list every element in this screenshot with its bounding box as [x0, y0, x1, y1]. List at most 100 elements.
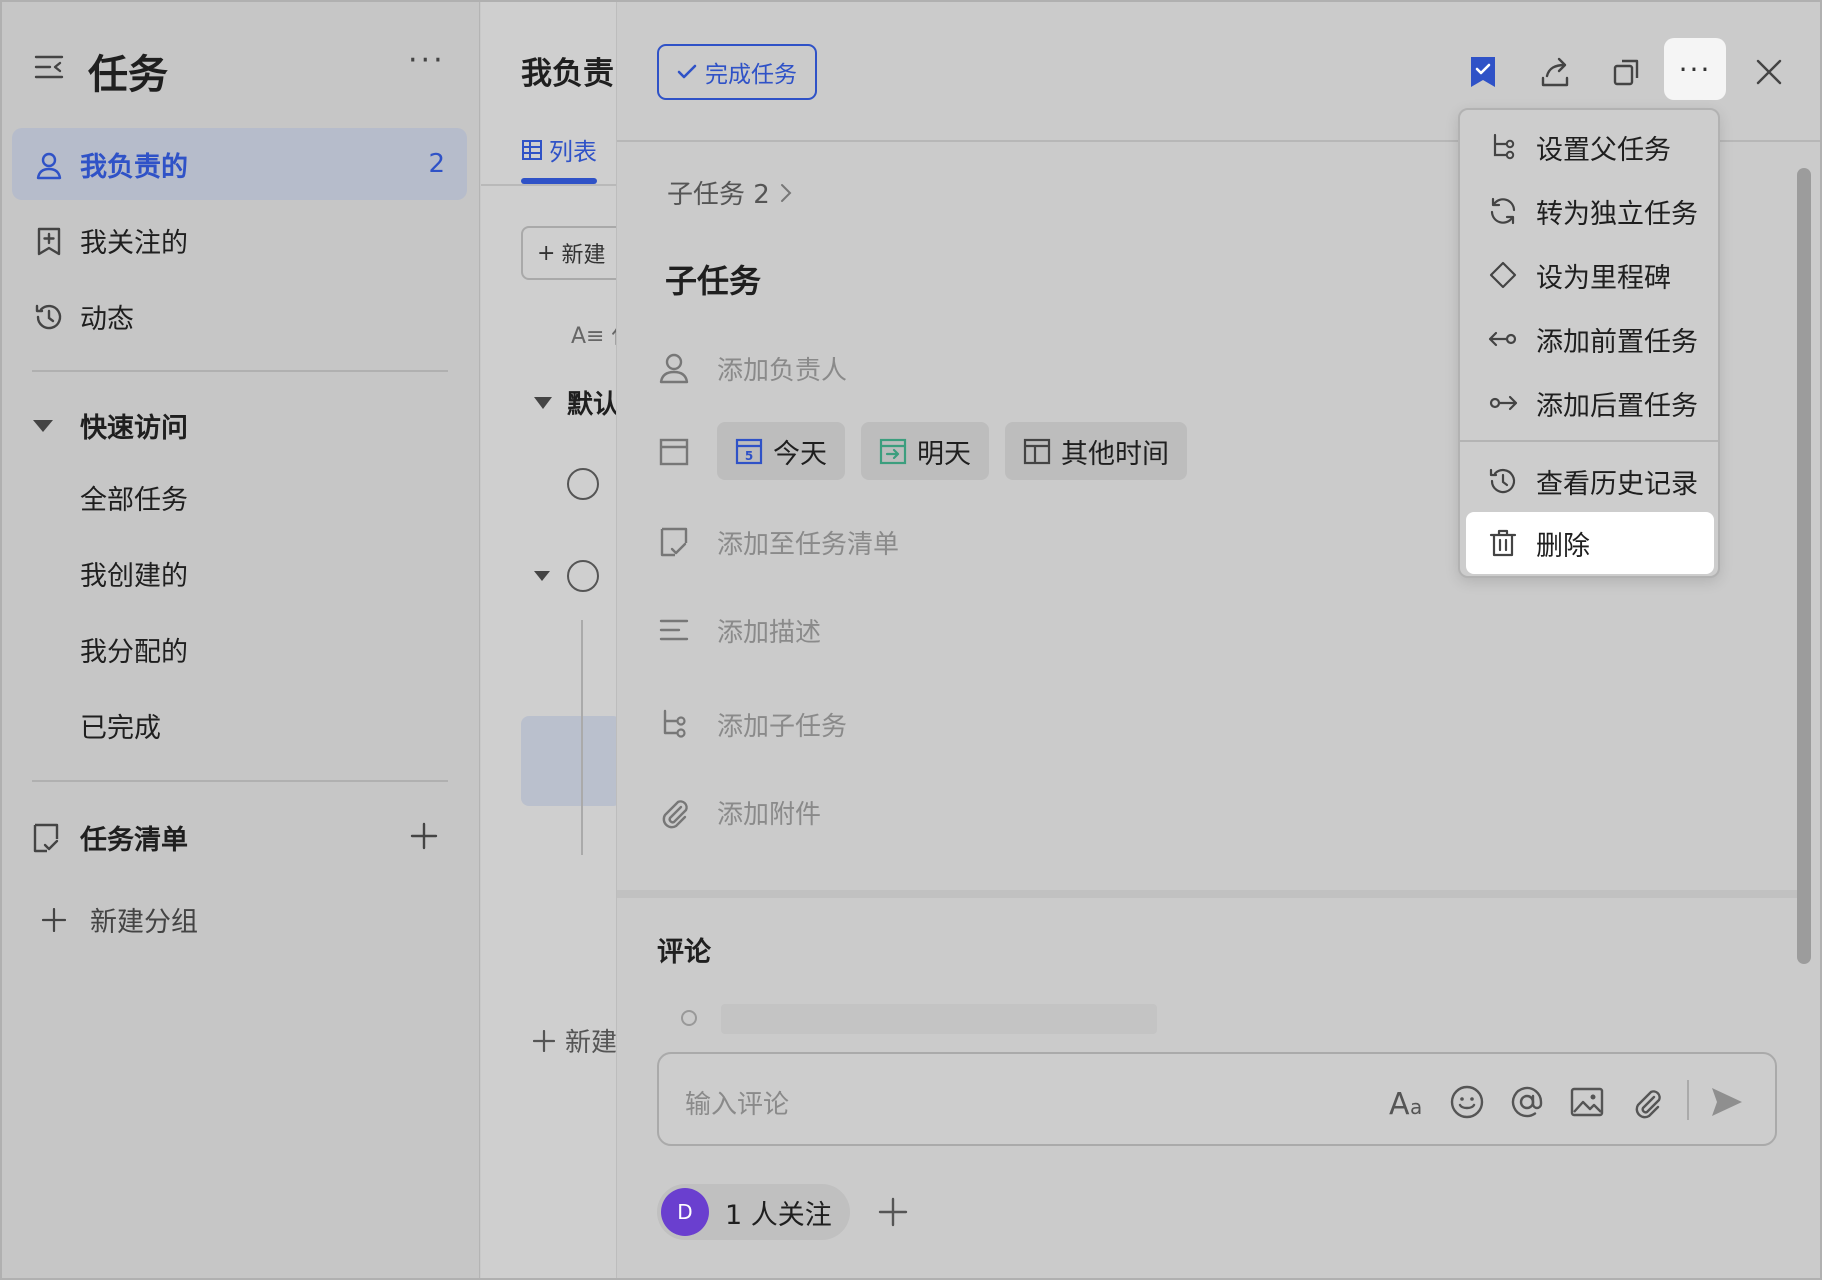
emoji-icon[interactable] — [1449, 1084, 1485, 1120]
menu-item-view-history[interactable]: 查看历史记录 — [1466, 450, 1714, 512]
quick-access-all-tasks[interactable]: 全部任务 — [80, 478, 188, 517]
divider — [1687, 1080, 1689, 1120]
mention-icon[interactable] — [1509, 1084, 1545, 1120]
calendar-day-number: 5 — [745, 449, 753, 463]
complete-task-button[interactable]: 完成任务 — [657, 44, 817, 100]
image-icon[interactable] — [1569, 1084, 1605, 1120]
menu-item-set-milestone[interactable]: 设为里程碑 — [1466, 244, 1714, 306]
bookmark-button[interactable] — [1463, 52, 1503, 92]
more-options-menu: 设置父任务 转为独立任务 设为里程碑 添加前置任务 添加后置任务 查看历史记录 … — [1458, 108, 1720, 578]
due-date-row: 5 今天 明天 其他时间 — [657, 422, 1203, 480]
scrollbar[interactable] — [1797, 168, 1811, 964]
assignee-placeholder: 添加负责人 — [717, 355, 848, 386]
task-checkbox[interactable] — [567, 560, 599, 592]
task-lists-header[interactable]: 任务清单 — [32, 818, 188, 857]
parent-breadcrumb[interactable]: 子任务 2 — [667, 174, 792, 211]
quick-access-toggle[interactable]: 快速访问 — [32, 406, 188, 445]
text-align-icon — [659, 619, 689, 641]
quick-access-completed[interactable]: 已完成 — [80, 706, 161, 745]
new-task-label: 新建 — [561, 243, 606, 268]
share-button[interactable] — [1535, 52, 1575, 92]
more-options-icon[interactable]: ··· — [408, 46, 446, 76]
sidebar-item-following[interactable]: 我关注的 — [12, 204, 467, 276]
menu-item-label: 转为独立任务 — [1536, 198, 1698, 230]
task-checkbox[interactable] — [567, 468, 599, 500]
comment-input[interactable]: 输入评论 A a — [657, 1052, 1777, 1146]
task-title[interactable]: 子任务 — [665, 256, 761, 302]
new-task-button[interactable]: + 新建 — [521, 226, 616, 280]
diamond-icon — [1489, 261, 1517, 289]
svg-text:A: A — [1389, 1087, 1410, 1120]
svg-text:a: a — [1410, 1095, 1422, 1119]
sidebar-item-activity[interactable]: 动态 — [12, 280, 467, 352]
close-button[interactable] — [1749, 52, 1789, 92]
menu-item-label: 设为里程碑 — [1536, 262, 1671, 294]
add-subtask-label: 添加子任务 — [717, 711, 848, 742]
date-chip-other[interactable]: 其他时间 — [1005, 422, 1187, 480]
add-attachment-row[interactable]: 添加附件 — [657, 790, 821, 834]
person-icon — [36, 152, 62, 180]
tab-list[interactable]: 列表 — [521, 132, 597, 167]
column-header[interactable]: A≡ 任 — [571, 318, 616, 350]
followers-chip[interactable]: D 1 人关注 — [657, 1184, 850, 1240]
send-icon[interactable] — [1709, 1084, 1745, 1120]
add-attachment-label: 添加附件 — [717, 799, 822, 830]
sidebar-item-my-responsible[interactable]: 我负责的 2 — [12, 128, 467, 200]
date-chip-label: 其他时间 — [1061, 438, 1169, 470]
close-icon — [1756, 59, 1782, 85]
assignee-row[interactable]: 添加负责人 — [657, 346, 847, 390]
refresh-icon — [1490, 197, 1516, 225]
caret-down-icon — [33, 419, 53, 432]
add-description-row[interactable]: 添加描述 — [657, 608, 821, 652]
calendar-icon — [1023, 438, 1051, 465]
breadcrumb-label: 子任务 2 — [667, 180, 770, 210]
sidebar-header: 任务 ··· — [0, 36, 480, 98]
list-title: 我负责 — [521, 56, 614, 92]
add-task-button[interactable]: 新建 — [533, 1022, 616, 1059]
comment-placeholder: 输入评论 — [685, 1090, 790, 1120]
add-description-label: 添加描述 — [717, 617, 822, 648]
check-icon — [677, 64, 697, 79]
add-subtask-row[interactable]: 添加子任务 — [657, 702, 847, 746]
comments-title: 评论 — [657, 937, 711, 968]
quick-access-created[interactable]: 我创建的 — [80, 554, 188, 593]
quick-access-assigned[interactable]: 我分配的 — [80, 630, 188, 669]
menu-item-convert-independent[interactable]: 转为独立任务 — [1466, 180, 1714, 242]
divider — [32, 780, 448, 782]
dependency-before-icon — [1488, 331, 1517, 347]
date-chip-tomorrow[interactable]: 明天 — [861, 422, 989, 480]
person-icon — [659, 353, 689, 384]
sidebar-title: 任务 — [88, 52, 168, 98]
task-lists-title: 任务清单 — [80, 825, 188, 856]
copy-button[interactable] — [1607, 52, 1647, 92]
menu-item-delete[interactable]: 删除 — [1466, 512, 1714, 574]
count-badge: 2 — [428, 149, 445, 179]
table-icon — [522, 139, 542, 160]
add-follower-icon[interactable] — [877, 1196, 909, 1228]
menu-item-add-successor[interactable]: 添加后置任务 — [1466, 372, 1714, 434]
menu-item-add-predecessor[interactable]: 添加前置任务 — [1466, 308, 1714, 370]
add-task-list-icon[interactable] — [410, 822, 438, 850]
group-header[interactable]: 默认 — [533, 384, 616, 421]
caret-down-icon[interactable] — [533, 570, 551, 582]
tab-label: 列表 — [549, 138, 597, 166]
caret-down-icon — [534, 396, 552, 409]
task-list-panel: 我负责 列表 + 新建 A≡ 任 默认 新建 — [481, 0, 616, 1280]
subtask-icon — [663, 709, 686, 738]
menu-item-label: 删除 — [1536, 530, 1590, 562]
more-menu-button[interactable]: ··· — [1664, 38, 1726, 100]
text-format-icon[interactable]: A a — [1389, 1084, 1429, 1120]
menu-item-set-parent[interactable]: 设置父任务 — [1466, 116, 1714, 178]
add-to-list-label: 添加至任务清单 — [717, 529, 900, 560]
bookmark-check-icon — [1471, 57, 1495, 87]
attachment-icon[interactable] — [1629, 1084, 1665, 1120]
collapse-sidebar-icon[interactable] — [34, 54, 64, 80]
date-chip-label: 今天 — [773, 438, 827, 470]
date-chip-today[interactable]: 5 今天 — [717, 422, 845, 480]
history-icon — [1489, 468, 1516, 494]
subtask-icon — [1493, 133, 1515, 160]
group-label: 默认 — [567, 390, 616, 420]
new-group-button[interactable]: 新建分组 — [32, 900, 198, 939]
menu-divider — [1460, 440, 1718, 442]
add-to-list-row[interactable]: 添加至任务清单 — [657, 520, 899, 564]
